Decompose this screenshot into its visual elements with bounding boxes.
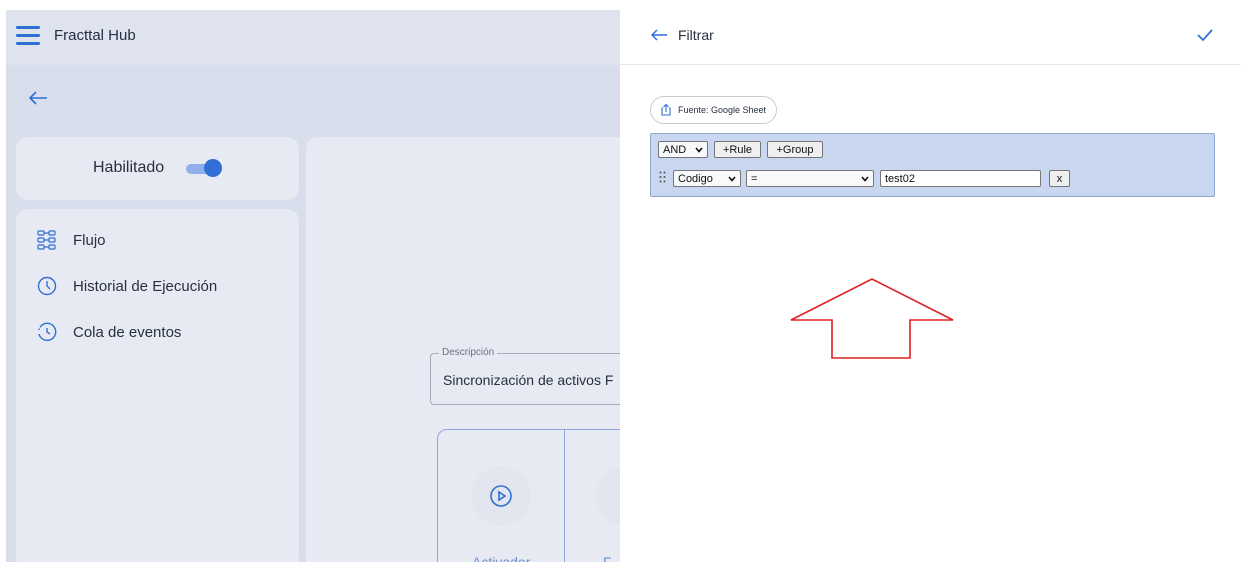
app-bar: Fracttal Hub bbox=[6, 10, 620, 65]
second-step-label: F bbox=[603, 554, 612, 562]
filter-header: Filtrar bbox=[620, 10, 1241, 65]
description-value: Sincronización de activos F bbox=[443, 372, 614, 388]
nav-item-historial[interactable]: Historial de Ejecución bbox=[36, 274, 217, 298]
side-nav: Flujo Historial de Ejecución Cola de eve… bbox=[16, 209, 299, 562]
play-icon bbox=[490, 485, 512, 507]
nav-item-flujo[interactable]: Flujo bbox=[36, 228, 106, 252]
rule-operator-value: = bbox=[751, 172, 758, 185]
description-field[interactable]: Descripción Sincronización de activos F bbox=[430, 347, 620, 405]
nav-item-cola[interactable]: Cola de eventos bbox=[36, 320, 181, 344]
rule-field-value: Codigo bbox=[678, 172, 713, 185]
second-step-button[interactable] bbox=[596, 466, 620, 526]
nav-label: Historial de Ejecución bbox=[73, 277, 218, 295]
trigger-step-label: Activador bbox=[472, 554, 531, 562]
main-card: Descripción Sincronización de activos F … bbox=[306, 137, 620, 562]
app-title: Fracttal Hub bbox=[54, 27, 136, 44]
remove-rule-button[interactable]: x bbox=[1049, 170, 1070, 187]
hamburger-menu-icon[interactable] bbox=[16, 26, 40, 46]
enabled-card: Habilitado bbox=[16, 137, 299, 200]
screen: Fracttal Hub Habilitado Flujo Historial … bbox=[0, 0, 1241, 562]
add-group-button[interactable]: +Group bbox=[767, 141, 823, 158]
rule-field-select[interactable]: Codigo bbox=[673, 170, 741, 187]
back-arrow-icon[interactable] bbox=[28, 90, 48, 106]
description-legend: Descripción bbox=[439, 347, 498, 358]
trigger-step-button[interactable] bbox=[471, 466, 531, 526]
chevron-down-icon bbox=[728, 175, 736, 182]
chevron-down-icon bbox=[695, 146, 703, 153]
history-icon bbox=[38, 322, 57, 341]
rule-value-input[interactable]: test02 bbox=[880, 170, 1041, 187]
clock-icon bbox=[37, 276, 57, 296]
combinator-select[interactable]: AND bbox=[658, 141, 708, 158]
drag-handle-icon[interactable] bbox=[659, 171, 666, 183]
query-builder-group: AND +Rule +Group Codigo = test02 x bbox=[650, 133, 1215, 197]
nav-label: Flujo bbox=[73, 231, 106, 249]
nav-label: Cola de eventos bbox=[73, 323, 182, 341]
chevron-down-icon bbox=[861, 175, 869, 182]
filter-panel: Filtrar Fuente: Google Sheet AND +Rule +… bbox=[620, 10, 1241, 562]
rule-operator-select[interactable]: = bbox=[746, 170, 874, 187]
add-rule-button[interactable]: +Rule bbox=[714, 141, 761, 158]
source-label: Fuente: Google Sheet bbox=[678, 105, 767, 115]
annotation-arrow-icon bbox=[790, 278, 954, 359]
back-arrow-icon[interactable] bbox=[650, 28, 668, 42]
flow-divider bbox=[564, 430, 565, 562]
flow-steps: Activador F bbox=[437, 429, 620, 562]
check-icon[interactable] bbox=[1196, 27, 1214, 43]
upload-icon bbox=[661, 103, 671, 116]
background-app: Fracttal Hub Habilitado Flujo Historial … bbox=[6, 10, 620, 562]
flow-icon bbox=[37, 230, 56, 250]
enabled-label: Habilitado bbox=[93, 159, 165, 176]
filter-title: Filtrar bbox=[678, 27, 714, 43]
enabled-toggle[interactable] bbox=[186, 159, 222, 177]
source-chip[interactable]: Fuente: Google Sheet bbox=[650, 96, 778, 124]
combinator-value: AND bbox=[663, 143, 687, 156]
